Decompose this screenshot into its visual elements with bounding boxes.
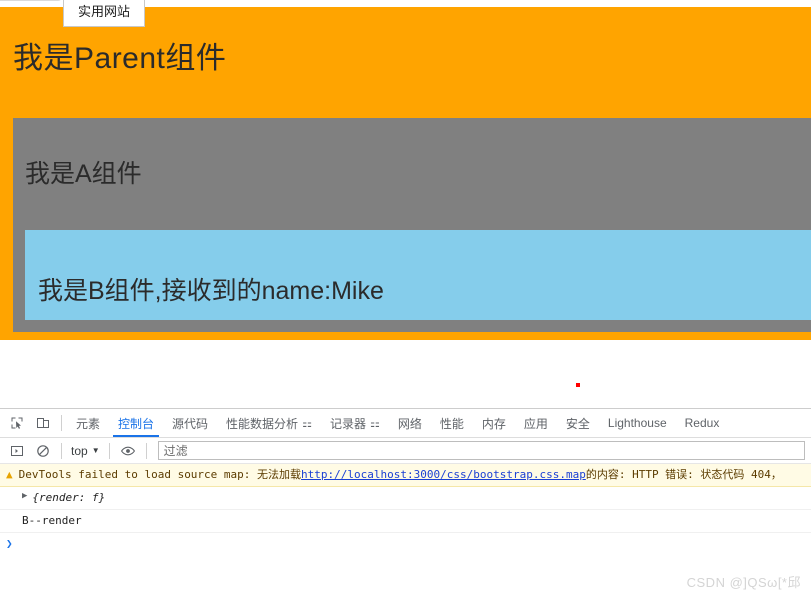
a-component-box: 我是A组件 我是B组件,接收到的name:Mike — [13, 118, 811, 332]
tab-label: 性能数据分析 — [226, 416, 299, 431]
object-preview: {render: f} — [32, 490, 106, 504]
tab-console[interactable]: 控制台 — [109, 409, 163, 437]
tab-performance-insights[interactable]: 性能数据分析 ⚏ — [217, 409, 321, 437]
page-viewport: 我是Parent组件 我是A组件 我是B组件,接收到的name:Mike — [0, 7, 811, 408]
console-log-message[interactable]: B--render — [0, 510, 811, 533]
log-text: B--render — [22, 513, 82, 527]
console-toolbar: top ▼ 过滤 — [0, 438, 811, 464]
b-component-box: 我是B组件,接收到的name:Mike — [25, 230, 811, 320]
flask-icon: ⚏ — [302, 417, 312, 430]
tab-label: 应用 — [523, 416, 548, 431]
tab-label: 安全 — [565, 416, 590, 431]
tab-elements[interactable]: 元素 — [67, 409, 109, 437]
tab-label: 控制台 — [118, 416, 155, 431]
tab-label: 源代码 — [172, 416, 209, 431]
console-warning-message[interactable]: ▲ DevTools failed to load source map: 无法… — [0, 464, 811, 487]
toolbar-divider — [145, 442, 147, 459]
warning-text-before: DevTools failed to load source map: 无法加载 — [18, 468, 302, 481]
tab-label: 元素 — [76, 416, 101, 431]
console-context-selector[interactable]: top ▼ — [67, 444, 104, 458]
toolbar-divider — [108, 442, 110, 459]
console-filter-input[interactable]: 过滤 — [157, 441, 805, 460]
csdn-watermark: CSDN @]QSω[*邱 — [686, 575, 801, 590]
screen-root: 我是Parent组件 我是A组件 我是B组件,接收到的name:Mike 实用网… — [0, 0, 811, 599]
devtools-panel: 元素 控制台 源代码 性能数据分析 ⚏ 记录器 ⚏ 网络 性能 内存 应用 安全… — [0, 408, 811, 599]
a-component-title: 我是A组件 — [25, 160, 142, 188]
bookmark-tooltip: 实用网站 — [63, 0, 145, 27]
warning-text-after: 的内容: HTTP 错误: 状态代码 404， — [585, 468, 782, 481]
device-toolbar-icon[interactable] — [30, 410, 56, 436]
tab-redux[interactable]: Redux — [676, 409, 729, 437]
tab-memory[interactable]: 内存 — [473, 409, 515, 437]
tab-label: Lighthouse — [607, 416, 667, 430]
browser-tab-stub[interactable] — [0, 0, 62, 1]
toolbar-divider — [61, 442, 62, 459]
tab-label: 记录器 — [329, 416, 366, 431]
parent-component-title: 我是Parent组件 — [13, 42, 227, 75]
console-prompt-row[interactable]: ❯ — [0, 533, 811, 554]
inspect-element-icon[interactable] — [4, 410, 30, 436]
tab-security[interactable]: 安全 — [557, 409, 599, 437]
tab-performance[interactable]: 性能 — [431, 409, 473, 437]
red-dot-marker — [576, 383, 580, 387]
chevron-down-icon: ▼ — [91, 446, 100, 455]
tab-label: 内存 — [481, 416, 506, 431]
context-label: top — [71, 443, 88, 458]
console-sidebar-toggle-icon[interactable] — [4, 438, 30, 464]
tab-network[interactable]: 网络 — [389, 409, 431, 437]
filter-placeholder: 过滤 — [163, 444, 188, 458]
parent-component-box: 我是Parent组件 我是A组件 我是B组件,接收到的name:Mike — [0, 7, 811, 340]
tab-lighthouse[interactable]: Lighthouse — [599, 409, 676, 437]
tab-label: 网络 — [397, 416, 422, 431]
tab-label: 性能 — [439, 416, 464, 431]
console-prompt-chevron-icon: ❯ — [6, 536, 13, 550]
tab-sources[interactable]: 源代码 — [163, 409, 217, 437]
warning-icon: ▲ — [6, 468, 13, 481]
flask-icon: ⚏ — [369, 417, 380, 430]
toolbar-divider — [61, 415, 62, 431]
tab-application[interactable]: 应用 — [515, 409, 557, 437]
tab-label: Redux — [684, 416, 720, 430]
tab-recorder[interactable]: 记录器 ⚏ — [321, 409, 389, 437]
live-expression-eye-icon[interactable] — [115, 438, 141, 464]
clear-console-icon[interactable] — [30, 438, 56, 464]
devtools-tabbar: 元素 控制台 源代码 性能数据分析 ⚏ 记录器 ⚏ 网络 性能 内存 应用 安全… — [0, 409, 811, 438]
expand-arrow-icon[interactable]: ▶ — [22, 490, 27, 503]
source-map-link[interactable]: http://localhost:3000/css/bootstrap.css.… — [301, 467, 586, 483]
b-component-title: 我是B组件,接收到的name:Mike — [38, 277, 384, 305]
console-object-message[interactable]: ▶ {render: f} — [0, 487, 811, 510]
